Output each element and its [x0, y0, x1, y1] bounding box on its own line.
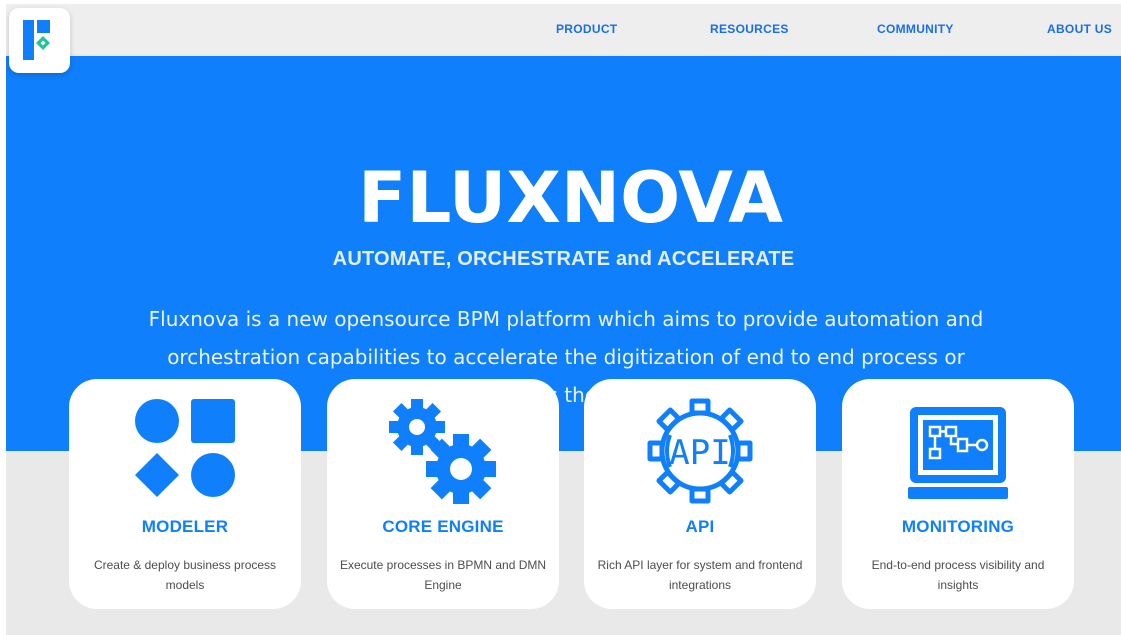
card-description: Execute processes in BPMN and DMN Engine	[339, 558, 547, 592]
svg-text:API: API	[669, 433, 730, 473]
api-gear-icon: API	[584, 397, 816, 509]
fluxnova-logo-icon	[23, 20, 50, 60]
page-frame: PRODUCT RESOURCES COMMUNITY ABOUT US FLU…	[6, 4, 1121, 635]
top-navbar: PRODUCT RESOURCES COMMUNITY ABOUT US	[6, 4, 1121, 54]
card-title: MODELER	[141, 517, 229, 536]
nav-link-about-us[interactable]: ABOUT US	[1047, 22, 1112, 36]
monitor-icon	[842, 397, 1074, 509]
card-description: Rich API layer for system and frontend i…	[597, 558, 803, 592]
card-title: MONITORING	[901, 517, 1015, 536]
card-title: CORE ENGINE	[382, 517, 504, 536]
nav-link-product[interactable]: PRODUCT	[556, 22, 617, 36]
feature-card-modeler[interactable]: MODELER Create & deploy business process…	[69, 379, 301, 609]
card-description: End-to-end process visibility and insigh…	[871, 558, 1045, 592]
nav-link-community[interactable]: COMMUNITY	[877, 22, 954, 36]
brand-wordmark: FLUXNOVA	[358, 166, 783, 228]
feature-card-api[interactable]: API API Rich API layer for system and fr…	[584, 379, 816, 609]
card-description: Create & deploy business process models	[93, 558, 277, 592]
feature-card-core-engine[interactable]: CORE ENGINE Execute processes in BPMN an…	[327, 379, 559, 609]
shapes-icon	[69, 397, 301, 509]
fluxnova-logo[interactable]	[9, 8, 70, 73]
nav-link-resources[interactable]: RESOURCES	[710, 22, 789, 36]
svg-text:FLUXNOVA: FLUXNOVA	[358, 166, 783, 228]
feature-card-monitoring[interactable]: MONITORING End-to-end process visibility…	[842, 379, 1074, 609]
hero-tagline: AUTOMATE, ORCHESTRATE and ACCELERATE	[332, 248, 795, 270]
gears-icon	[327, 397, 559, 509]
card-title: API	[685, 517, 715, 536]
